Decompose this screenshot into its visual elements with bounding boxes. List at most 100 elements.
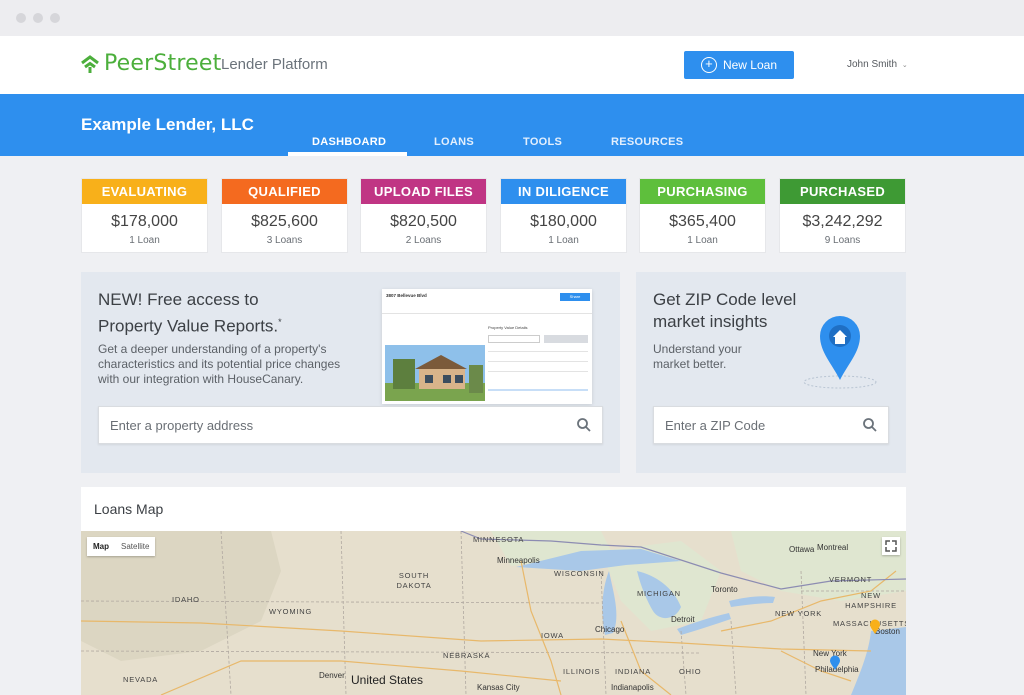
- map-city-label: Detroit: [671, 615, 695, 624]
- map-state-label: VERMONT: [829, 575, 873, 584]
- map-city-label: Ottawa: [789, 545, 815, 554]
- map-state-label: IDAHO: [172, 595, 200, 604]
- user-name: John Smith: [847, 59, 898, 70]
- fullscreen-icon[interactable]: [882, 537, 900, 555]
- peerstreet-logo-icon: [81, 54, 99, 73]
- pipeline-card-upload-files[interactable]: UPLOAD FILES $820,500 2 Loans: [360, 178, 487, 253]
- pipeline-status: PURCHASING: [640, 179, 765, 204]
- pipeline-card-purchasing[interactable]: PURCHASING $365,400 1 Loan: [639, 178, 766, 253]
- pipeline-card-qualified[interactable]: QUALIFIED $825,600 3 Loans: [221, 178, 348, 253]
- preview-share-button: Share: [560, 293, 590, 301]
- map-city-label: Minneapolis: [497, 556, 540, 565]
- zip-body-line1: Understand your: [653, 342, 742, 356]
- map-state-label: NEBRASKA: [443, 651, 491, 660]
- preview-field: [544, 335, 588, 343]
- map-state-label: WYOMING: [269, 607, 313, 616]
- zip-heading-line2: market insights: [653, 312, 768, 331]
- new-loan-button[interactable]: + New Loan: [684, 51, 794, 79]
- pipeline-status: UPLOAD FILES: [361, 179, 486, 204]
- pipeline-status: QUALIFIED: [222, 179, 347, 204]
- peerstreet-logo[interactable]: PeerStreet: [80, 51, 221, 76]
- map-type-map[interactable]: Map: [87, 537, 115, 556]
- map-city-label: Indianapolis: [611, 683, 654, 692]
- map-state-label: WISCONSIN: [554, 569, 605, 578]
- pipeline-card-purchased[interactable]: PURCHASED $3,242,292 9 Loans: [779, 178, 906, 253]
- preview-bar: [488, 389, 588, 391]
- house-photo: [385, 345, 485, 401]
- map-state-label: NEW HAMPSHIRE: [845, 591, 897, 610]
- map-state-label: INDIANA: [615, 667, 652, 676]
- property-report-preview: 3807 Bellevue Blvd Share Property Value …: [382, 289, 592, 404]
- promo-heading-line2: Property Value Reports.: [98, 316, 279, 336]
- map-city-label: Kansas City: [477, 683, 520, 692]
- promo-heading-line1: NEW! Free access to: [98, 290, 259, 309]
- pipeline-count: 3 Loans: [266, 235, 303, 246]
- map-state-label: SOUTH DAKOTA: [396, 571, 432, 590]
- map-state-label: ILLINOIS: [563, 667, 601, 676]
- promo-heading: NEW! Free access to Property Value Repor…: [98, 289, 282, 338]
- property-address-input[interactable]: [99, 407, 527, 443]
- pipeline-card-in-diligence[interactable]: IN DILIGENCE $180,000 1 Loan: [500, 178, 627, 253]
- map-city-label: Montreal: [817, 543, 849, 552]
- preview-address: 3807 Bellevue Blvd: [386, 293, 427, 298]
- tab-loans[interactable]: LOANS: [434, 136, 474, 148]
- pipeline-status: EVALUATING: [82, 179, 207, 204]
- new-loan-label: New Loan: [722, 58, 778, 72]
- pipeline-count: 1 Loan: [129, 235, 160, 246]
- hero-banner: Example Lender, LLC DASHBOARD LOANS TOOL…: [0, 94, 1024, 156]
- map-city-label: Denver: [319, 671, 345, 680]
- preview-divider: [488, 361, 588, 362]
- map-country-label: United States: [351, 673, 424, 687]
- map-state-label: MINNESOTA: [473, 535, 525, 544]
- zip-insights-panel: Get ZIP Code level market insights Under…: [636, 272, 906, 473]
- pipeline-count: 1 Loan: [687, 235, 718, 246]
- lender-name: Example Lender, LLC: [81, 115, 254, 134]
- brand-name: PeerStreet: [104, 51, 222, 76]
- tab-dashboard[interactable]: DASHBOARD: [312, 136, 386, 148]
- window-chrome: [0, 0, 1024, 36]
- promo-body-line3: with our integration with HouseCanary.: [98, 372, 304, 386]
- promo-body-line2: characteristics and its potential price …: [98, 357, 341, 371]
- loans-map-title: Loans Map: [94, 501, 164, 517]
- pipeline-count: 9 Loans: [824, 235, 861, 246]
- app-window: PeerStreet Lender Platform + New Loan Jo…: [0, 0, 1024, 695]
- map-state-label: NEVADA: [123, 675, 159, 684]
- pipeline-amount: $365,400: [669, 213, 736, 230]
- search-icon[interactable]: [862, 417, 878, 433]
- pipeline-status: IN DILIGENCE: [501, 179, 626, 204]
- pipeline-amount: $180,000: [530, 213, 597, 230]
- map-state-label: NEW YORK: [775, 609, 823, 618]
- top-navbar: PeerStreet Lender Platform + New Loan Jo…: [0, 36, 1024, 94]
- promo-body-line1: Get a deeper understanding of a property…: [98, 342, 327, 356]
- pipeline-amount: $825,600: [251, 213, 318, 230]
- loan-marker-icon[interactable]: [829, 655, 841, 671]
- window-dot[interactable]: [16, 13, 26, 23]
- zip-heading: Get ZIP Code level market insights: [653, 289, 796, 333]
- tab-resources[interactable]: RESOURCES: [611, 136, 683, 148]
- loan-marker-icon[interactable]: [869, 619, 881, 635]
- promo-body: Get a deeper understanding of a property…: [98, 342, 340, 387]
- pipeline-amount: $820,500: [390, 213, 457, 230]
- pipeline-status: PURCHASED: [780, 179, 905, 204]
- plus-circle-icon: +: [700, 57, 717, 73]
- preview-label: Property Value Details: [488, 325, 528, 330]
- preview-field: [488, 335, 540, 343]
- map-city-label: Chicago: [595, 625, 625, 634]
- tab-tools[interactable]: TOOLS: [523, 136, 562, 148]
- promo-heading-mark: *: [278, 317, 282, 327]
- pipeline-card-evaluating[interactable]: EVALUATING $178,000 1 Loan: [81, 178, 208, 253]
- zip-code-input[interactable]: [654, 407, 853, 443]
- map-type-toggle: Map Satellite: [87, 537, 156, 556]
- window-dot[interactable]: [33, 13, 43, 23]
- preview-divider: [488, 371, 588, 372]
- property-report-promo: NEW! Free access to Property Value Repor…: [81, 272, 620, 473]
- user-menu[interactable]: John Smith ⌄: [847, 59, 908, 70]
- search-icon[interactable]: [576, 417, 592, 433]
- platform-name: Lender Platform: [221, 56, 328, 73]
- window-dot[interactable]: [50, 13, 60, 23]
- pipeline-amount: $178,000: [111, 213, 178, 230]
- map-state-label: IOWA: [541, 631, 564, 640]
- map-type-satellite[interactable]: Satellite: [115, 537, 155, 556]
- loans-map[interactable]: Map Satellite MINNESOTA SOUTH DAKOTA WIS…: [81, 531, 906, 695]
- active-tab-indicator: [288, 152, 407, 156]
